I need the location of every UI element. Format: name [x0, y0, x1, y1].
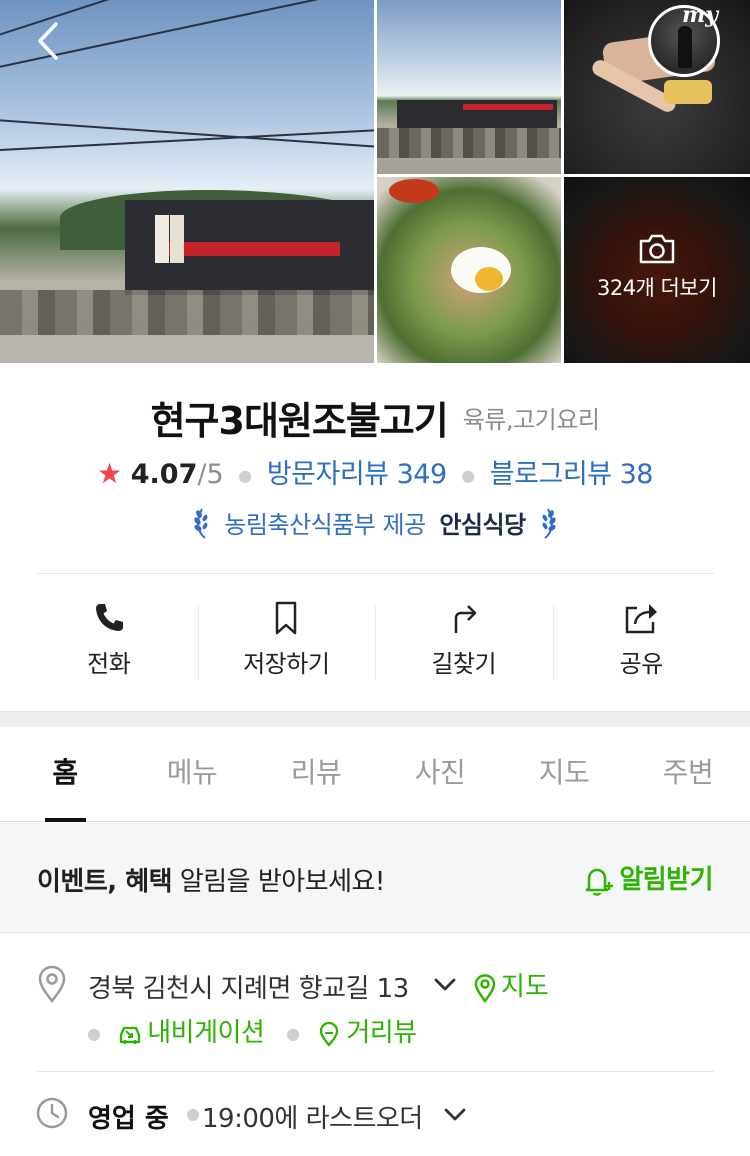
directions-label: 길찾기	[431, 650, 497, 678]
certification-provider: 농림축산식품부 제공	[224, 511, 426, 539]
rating-max: /5	[197, 459, 224, 490]
street-view-link-label: 거리뷰	[346, 1018, 417, 1048]
back-button[interactable]	[30, 16, 70, 66]
tab-home[interactable]: 홈	[0, 727, 130, 822]
share-icon	[626, 604, 658, 634]
separator-dot: ●	[286, 1024, 301, 1043]
directions-icon	[454, 605, 476, 633]
business-status: 영업 중	[88, 1104, 169, 1134]
laurel-left-icon	[193, 508, 208, 539]
separator-dot: ●	[186, 1104, 200, 1123]
tab-reviews[interactable]: 리뷰	[254, 727, 378, 821]
rating-row: ★ 4.07/5 ● 방문자리뷰 349 ● 블로그리뷰 38	[0, 452, 750, 491]
camera-icon	[639, 234, 675, 264]
star-icon: ★	[97, 457, 123, 490]
separator-dot: ●	[87, 1024, 101, 1043]
chevron-down-icon[interactable]	[432, 976, 458, 994]
tab-photos[interactable]: 사진	[378, 727, 502, 821]
chevron-left-icon	[38, 22, 58, 60]
place-category: 육류,고기요리	[462, 406, 600, 434]
phone-icon	[95, 604, 123, 631]
directions-button[interactable]: 길찾기	[375, 590, 553, 690]
more-photos-label: 324개 더보기	[596, 276, 718, 300]
divider	[37, 1071, 714, 1072]
navigation-link-label: 내비게이션	[147, 1018, 265, 1048]
banner-message: 이벤트, 혜택 알림을 받아보세요!	[37, 861, 385, 898]
photo-thumbnail-3[interactable]	[377, 177, 561, 363]
save-button[interactable]: 저장하기	[197, 590, 376, 690]
clock-icon	[36, 1097, 68, 1129]
map-pin-icon	[474, 973, 496, 1003]
share-label: 공유	[619, 650, 664, 678]
subscribe-alerts-button[interactable]: 알림받기	[581, 859, 713, 898]
map-link-label: 지도	[501, 972, 549, 1002]
last-order-time: 19:00에 라스트오더	[202, 1104, 423, 1134]
laurel-right-icon	[542, 508, 557, 539]
place-name: 현구3대원조불고기	[150, 399, 449, 443]
address-text: 경북 김천시 지례면 향교길 13	[88, 974, 409, 1004]
section-gap	[0, 711, 750, 727]
photo-gallery: 324개 더보기 my	[0, 0, 750, 363]
tab-nearby[interactable]: 주변	[626, 727, 750, 821]
photo-thumbnail-1[interactable]	[377, 0, 561, 174]
separator-dot: ●	[238, 466, 253, 485]
tab-bar: 홈 메뉴 리뷰 사진 지도 주변	[0, 727, 750, 822]
tab-map[interactable]: 지도	[502, 727, 626, 821]
business-hours-row[interactable]: 영업 중 ● 19:00에 라스트오더	[0, 1090, 750, 1140]
map-link[interactable]: 지도	[473, 966, 549, 1003]
address-links-row: ● 내비게이션 ● 거리뷰	[85, 1012, 417, 1052]
visitor-reviews-link[interactable]: 방문자리뷰 349	[267, 459, 447, 490]
call-label: 전화	[87, 650, 131, 678]
action-bar: 전화 저장하기 길찾기 공유	[20, 590, 730, 690]
share-button[interactable]: 공유	[552, 590, 731, 690]
blog-reviews-link[interactable]: 블로그리뷰 38	[490, 459, 654, 490]
certification-name: 안심식당	[439, 511, 526, 539]
my-badge-label: my	[682, 2, 719, 28]
navigation-link[interactable]: 내비게이션	[117, 1018, 272, 1048]
bell-plus-icon	[586, 868, 614, 896]
rating-score: 4.07	[130, 459, 198, 490]
car-icon	[120, 1026, 141, 1044]
notification-banner: 이벤트, 혜택 알림을 받아보세요! 알림받기	[0, 823, 750, 933]
street-view-pin-icon	[320, 1021, 339, 1047]
save-label: 저장하기	[243, 650, 330, 678]
place-header: 현구3대원조불고기 육류,고기요리	[0, 390, 750, 445]
location-pin-icon	[38, 965, 66, 1004]
call-button[interactable]: 전화	[20, 590, 198, 690]
banner-message-rest: 알림을 받아보세요!	[172, 867, 386, 897]
subscribe-alerts-label: 알림받기	[619, 865, 713, 895]
address-row: 경북 김천시 지례면 향교길 13 지도	[0, 960, 750, 1010]
street-view-link[interactable]: 거리뷰	[316, 1018, 417, 1048]
chevron-down-icon[interactable]	[442, 1106, 468, 1124]
more-photos-button[interactable]: 324개 더보기	[564, 232, 750, 302]
banner-message-bold: 이벤트, 혜택	[37, 867, 173, 897]
separator-dot: ●	[461, 466, 476, 485]
tab-menu[interactable]: 메뉴	[130, 727, 254, 821]
divider	[37, 573, 714, 574]
safe-restaurant-certification[interactable]: 농림축산식품부 제공 안심식당	[0, 505, 750, 540]
bookmark-icon	[276, 601, 297, 635]
